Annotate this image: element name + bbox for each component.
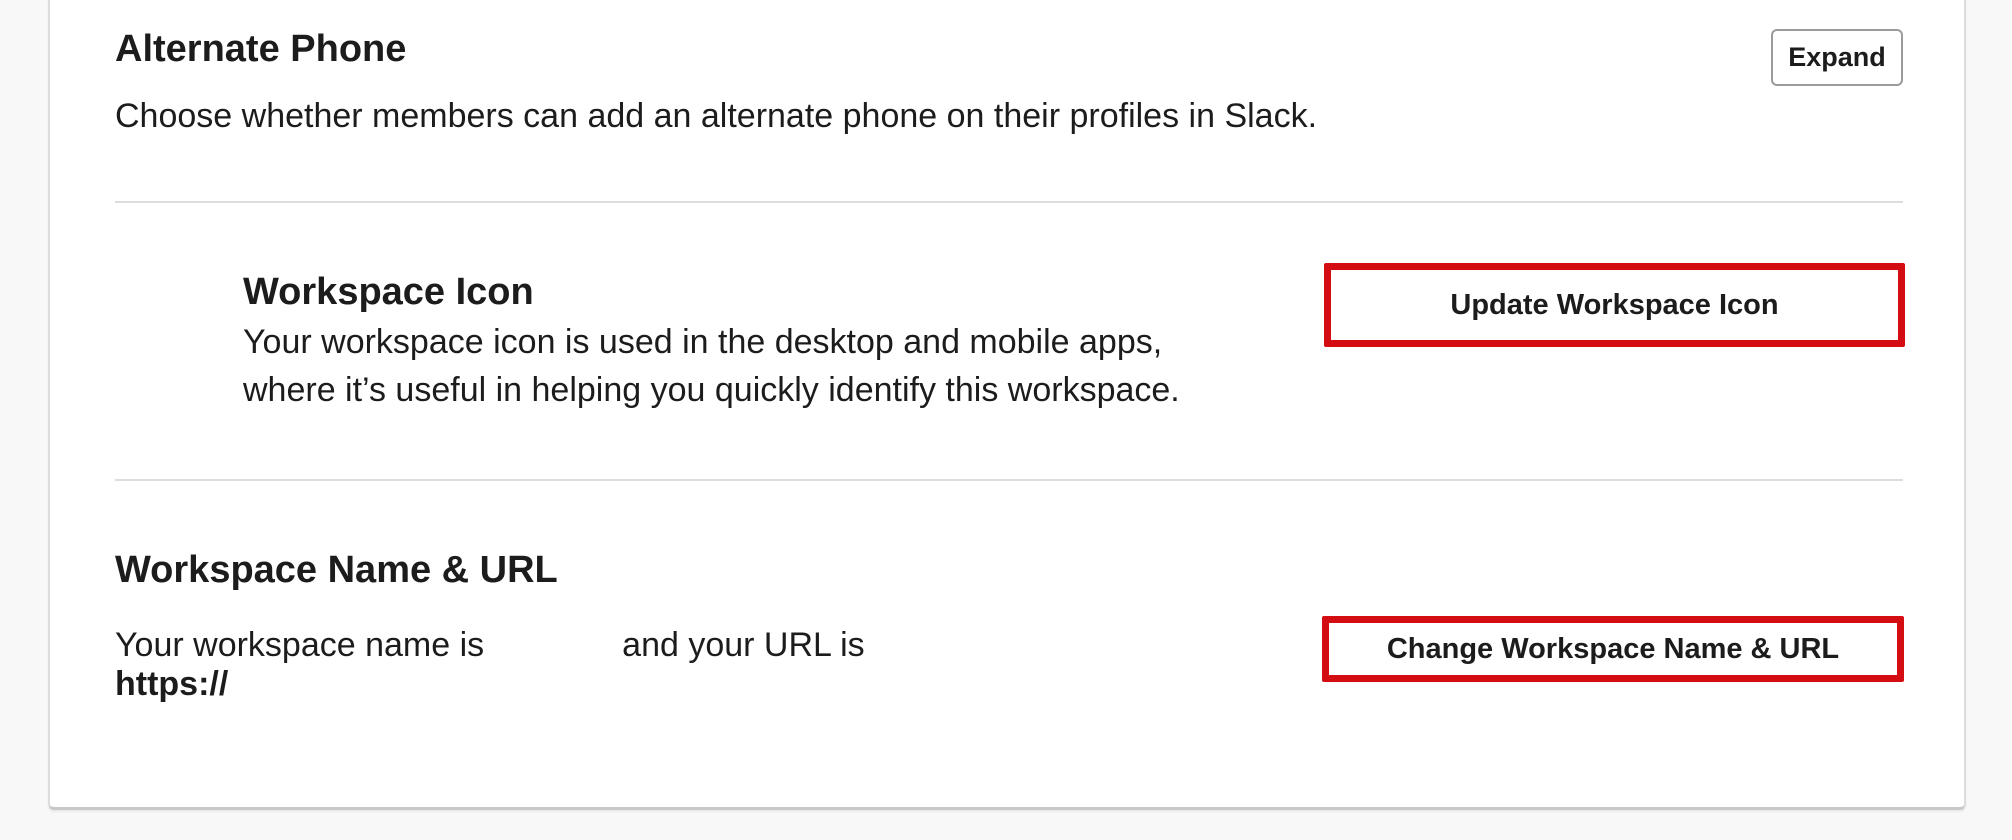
workspace-url: https:// [115,665,229,703]
workspace-name-title: Workspace Name & URL [115,549,558,591]
update-workspace-icon-button[interactable]: Update Workspace Icon [1324,263,1905,347]
workspace-icon-description: Your workspace icon is used in the deskt… [243,318,1180,414]
expand-button[interactable]: Expand [1771,29,1903,86]
workspace-icon-description-line: where it’s useful in helping you quickly… [243,371,1180,409]
divider [115,201,1903,203]
alternate-phone-description: Choose whether members can add an altern… [115,97,1318,135]
workspace-icon-description-line: Your workspace icon is used in the deskt… [243,323,1163,361]
change-workspace-name-button[interactable]: Change Workspace Name & URL [1322,616,1904,682]
settings-card: Alternate Phone Choose whether members c… [48,0,1966,810]
alternate-phone-title: Alternate Phone [115,28,407,70]
workspace-url-middle: and your URL is [622,626,865,664]
divider [115,479,1903,481]
workspace-icon-title: Workspace Icon [243,271,534,313]
workspace-name-prefix: Your workspace name is [115,626,485,664]
